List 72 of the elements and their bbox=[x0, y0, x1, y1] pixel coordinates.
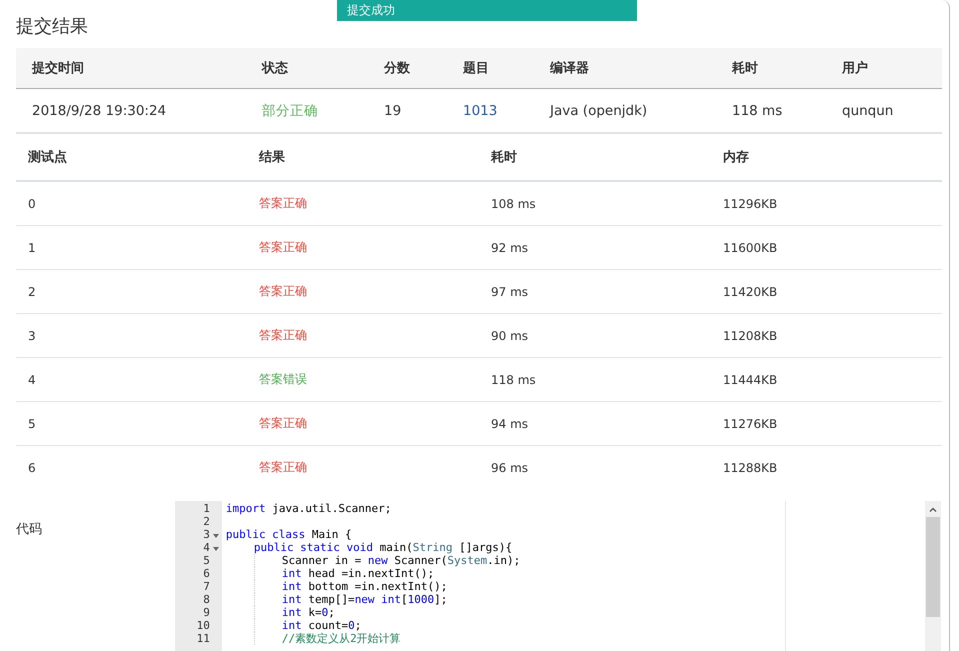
line-number: 6 bbox=[203, 567, 210, 580]
line-number: 8 bbox=[203, 593, 210, 606]
line-number: 1 bbox=[203, 502, 210, 515]
table-cell-text: 108 ms bbox=[491, 196, 537, 210]
toast-message: 提交成功 bbox=[337, 0, 637, 21]
table-cell-text: 11276KB bbox=[723, 416, 778, 430]
result-text: 答案正确 bbox=[259, 459, 308, 476]
column-header: 编译器 bbox=[550, 60, 590, 77]
table-cell-text: 1 bbox=[28, 240, 37, 254]
line-number: 11 bbox=[196, 632, 210, 645]
column-header: 耗时 bbox=[732, 60, 759, 77]
column-header: 测试点 bbox=[28, 149, 68, 166]
table-cell-text: 2 bbox=[28, 284, 37, 298]
code-line: int count=0; bbox=[282, 619, 362, 632]
table-cell-text: 11296KB bbox=[723, 196, 778, 210]
table-cell-text: 118 ms bbox=[732, 102, 784, 118]
table-cell-text: 118 ms bbox=[491, 372, 537, 386]
table-cell-text: 5 bbox=[28, 416, 37, 430]
table-cell-text: Java (openjdk) bbox=[550, 102, 648, 118]
result-text: 答案正确 bbox=[259, 239, 308, 256]
line-number: 9 bbox=[203, 606, 210, 619]
column-header: 用户 bbox=[842, 60, 869, 77]
scrollbar[interactable] bbox=[925, 501, 941, 651]
code-label: 代码 bbox=[16, 521, 43, 539]
column-header: 内存 bbox=[723, 149, 750, 166]
result-text: 答案错误 bbox=[259, 371, 308, 388]
result-text: 答案正确 bbox=[259, 327, 308, 344]
code-line: int temp[]=new int[1000]; bbox=[282, 593, 448, 606]
table-cell-text: 0 bbox=[28, 196, 37, 210]
table-cell-text: 90 ms bbox=[491, 328, 530, 342]
line-number: 10 bbox=[196, 619, 210, 632]
table-cell-text: 94 ms bbox=[491, 416, 530, 430]
table-cell-text: 11444KB bbox=[723, 372, 778, 386]
column-header: 分数 bbox=[384, 60, 411, 77]
table-cell-text: 11288KB bbox=[723, 460, 778, 474]
table-cell-text: 6 bbox=[28, 460, 37, 474]
table-cell-text: 4 bbox=[28, 372, 37, 386]
code-line: int bottom =in.nextInt(); bbox=[282, 580, 448, 593]
table-cell-text: 97 ms bbox=[491, 284, 530, 298]
code-line: Scanner in = new Scanner(System.in); bbox=[282, 554, 520, 567]
code-line: import java.util.Scanner; bbox=[226, 502, 392, 515]
table-cell-text: 11208KB bbox=[723, 328, 778, 342]
code-line: int head =in.nextInt(); bbox=[282, 567, 434, 580]
table-cell-text: qunqun bbox=[842, 102, 894, 118]
column-header: 结果 bbox=[259, 149, 286, 166]
table-cell-text: 2018/9/28 19:30:24 bbox=[32, 102, 168, 118]
column-header: 耗时 bbox=[491, 149, 518, 166]
table-cell-text: 11600KB bbox=[723, 240, 778, 254]
code-editor[interactable] bbox=[174, 501, 941, 651]
result-text: 答案正确 bbox=[259, 195, 308, 212]
status-text: 部分正确 bbox=[262, 102, 319, 120]
line-number: 2 bbox=[203, 515, 210, 528]
code-line: int k=0; bbox=[282, 606, 335, 619]
code-line: public static void main(String []args){ bbox=[254, 541, 512, 554]
line-number: 3 bbox=[203, 528, 210, 541]
column-header: 题目 bbox=[463, 60, 490, 77]
line-number: 4 bbox=[203, 541, 210, 554]
code-line: //素数定义从2开始计算 bbox=[282, 632, 401, 645]
problem-link[interactable]: 1013 bbox=[463, 102, 498, 118]
line-number: 5 bbox=[203, 554, 210, 567]
table-cell-text: 11420KB bbox=[723, 284, 778, 298]
page-title: 提交结果 bbox=[16, 16, 88, 38]
code-line: public class Main { bbox=[226, 528, 352, 541]
table-cell-text: 3 bbox=[28, 328, 37, 342]
column-header: 提交时间 bbox=[32, 60, 85, 77]
result-text: 答案正确 bbox=[259, 415, 308, 432]
table-cell-text: 19 bbox=[384, 102, 402, 118]
table-cell-text: 96 ms bbox=[491, 460, 530, 474]
column-header: 状态 bbox=[262, 60, 289, 77]
result-text: 答案正确 bbox=[259, 283, 308, 300]
table-cell-text: 92 ms bbox=[491, 240, 530, 254]
line-number: 7 bbox=[203, 580, 210, 593]
